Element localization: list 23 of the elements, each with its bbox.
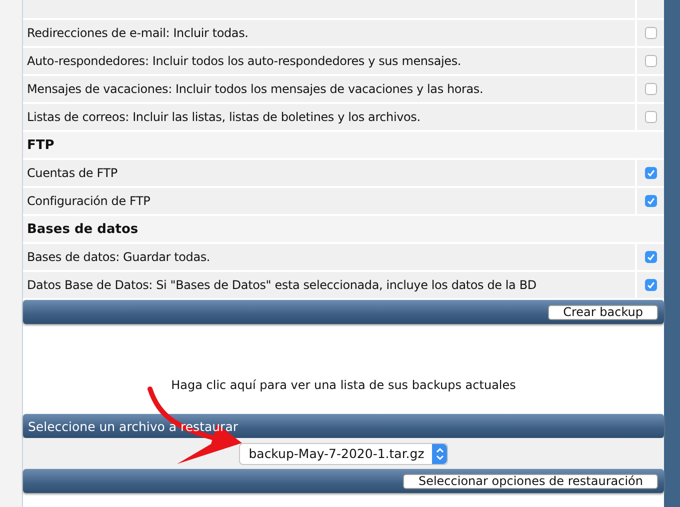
checkbox[interactable] (644, 27, 656, 39)
option-label: Bases de datos: Guardar todas. (26, 249, 212, 266)
option-label: Auto-respondedores: Incluir todos los auto-respondedores y sus mensajes. (26, 53, 462, 70)
checkbox[interactable] (644, 279, 656, 291)
backup-list-link[interactable]: Haga clic aquí para ver una lista de sus backups actuales (171, 378, 516, 414)
create-backup-button[interactable]: Crear backup (548, 304, 658, 320)
option-label: Configuración de FTP (26, 193, 152, 210)
stepper-icon (432, 444, 448, 464)
option-label: Cuentas de FTP (26, 165, 118, 182)
checkbox[interactable] (644, 251, 656, 263)
checkbox[interactable] (644, 83, 656, 95)
option-label: Mensajes de vacaciones: Incluir todos los mensajes de vacaciones y las horas. (26, 81, 484, 98)
checkbox[interactable] (644, 167, 656, 179)
checkbox[interactable] (644, 195, 656, 207)
section-heading: FTP (26, 136, 54, 154)
option-label: Datos Base de Datos: Si "Bases de Datos" esta seleccionada, incluye los datos de la BD (26, 277, 538, 294)
restore-options-button[interactable]: Seleccionar opciones de restauración (403, 474, 658, 488)
option-label: Listas de correos: Incluir las listas, listas de boletines y los archivos. (26, 109, 422, 126)
option-label: Redirecciones de e-mail: Incluir todas. (26, 25, 250, 42)
checkbox[interactable] (644, 111, 656, 123)
backup-file-select[interactable]: backup-May-7-2020-1.tar.gz (238, 442, 448, 464)
checkbox[interactable] (644, 55, 656, 67)
section-heading: Bases de datos (26, 220, 138, 238)
